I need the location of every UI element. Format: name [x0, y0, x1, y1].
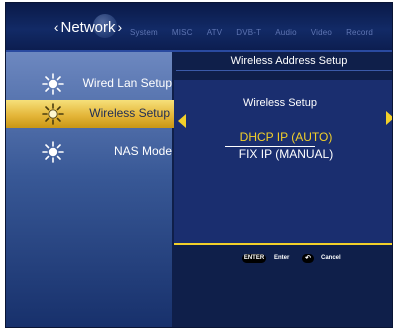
footer-divider — [174, 243, 392, 245]
option-fix-ip[interactable]: FIX IP (MANUAL) — [216, 147, 356, 161]
top-menu-bar: ‹ Network › System MISC ATV DVB-T Audio … — [6, 3, 392, 52]
chevron-right-icon: › — [117, 19, 123, 35]
key-hints: ENTER Enter ↶ Cancel — [174, 251, 392, 265]
enter-key-badge: ENTER — [242, 254, 266, 263]
sidebar: Wired Lan Setup Wireless Setup NAS Mode — [6, 52, 176, 327]
tab-system[interactable]: System — [130, 28, 158, 37]
section-tabs: System MISC ATV DVB-T Audio Video Record — [130, 28, 387, 37]
back-key-icon: ↶ — [302, 254, 314, 263]
tab-network[interactable]: ‹ Network › — [46, 15, 130, 39]
sun-icon — [42, 141, 64, 163]
tab-network-label: Network — [60, 18, 116, 36]
sidebar-item-label: NAS Mode — [113, 144, 172, 158]
chevron-left-icon: ‹ — [53, 19, 59, 35]
sidebar-item-wired-lan-setup[interactable]: Wired Lan Setup — [6, 72, 172, 96]
sidebar-item-wireless-setup[interactable]: Wireless Setup — [6, 100, 176, 128]
option-dhcp-ip[interactable]: DHCP IP (AUTO) — [216, 130, 356, 144]
panel-title: Wireless Address Setup — [230, 55, 348, 67]
title-divider — [176, 70, 392, 71]
enter-hint-label: Enter — [274, 255, 290, 261]
sidebar-item-nas-mode[interactable]: NAS Mode — [6, 140, 172, 164]
sidebar-item-label: Wireless Setup — [89, 106, 170, 120]
panel-sub-heading: Wireless Setup — [243, 97, 317, 109]
tab-atv[interactable]: ATV — [207, 28, 223, 37]
cancel-hint-label: Cancel — [321, 255, 341, 261]
arrow-right-icon[interactable] — [386, 111, 392, 125]
tab-dvbt[interactable]: DVB-T — [236, 28, 261, 37]
tab-audio[interactable]: Audio — [275, 28, 296, 37]
tab-misc[interactable]: MISC — [172, 28, 193, 37]
tv-screen: ‹ Network › System MISC ATV DVB-T Audio … — [5, 2, 393, 328]
sun-icon — [42, 73, 64, 95]
sidebar-item-label: Wired Lan Setup — [82, 76, 172, 90]
tab-record[interactable]: Record — [346, 28, 373, 37]
arrow-left-icon[interactable] — [178, 114, 186, 128]
tab-video[interactable]: Video — [311, 28, 332, 37]
sun-icon — [42, 103, 64, 125]
